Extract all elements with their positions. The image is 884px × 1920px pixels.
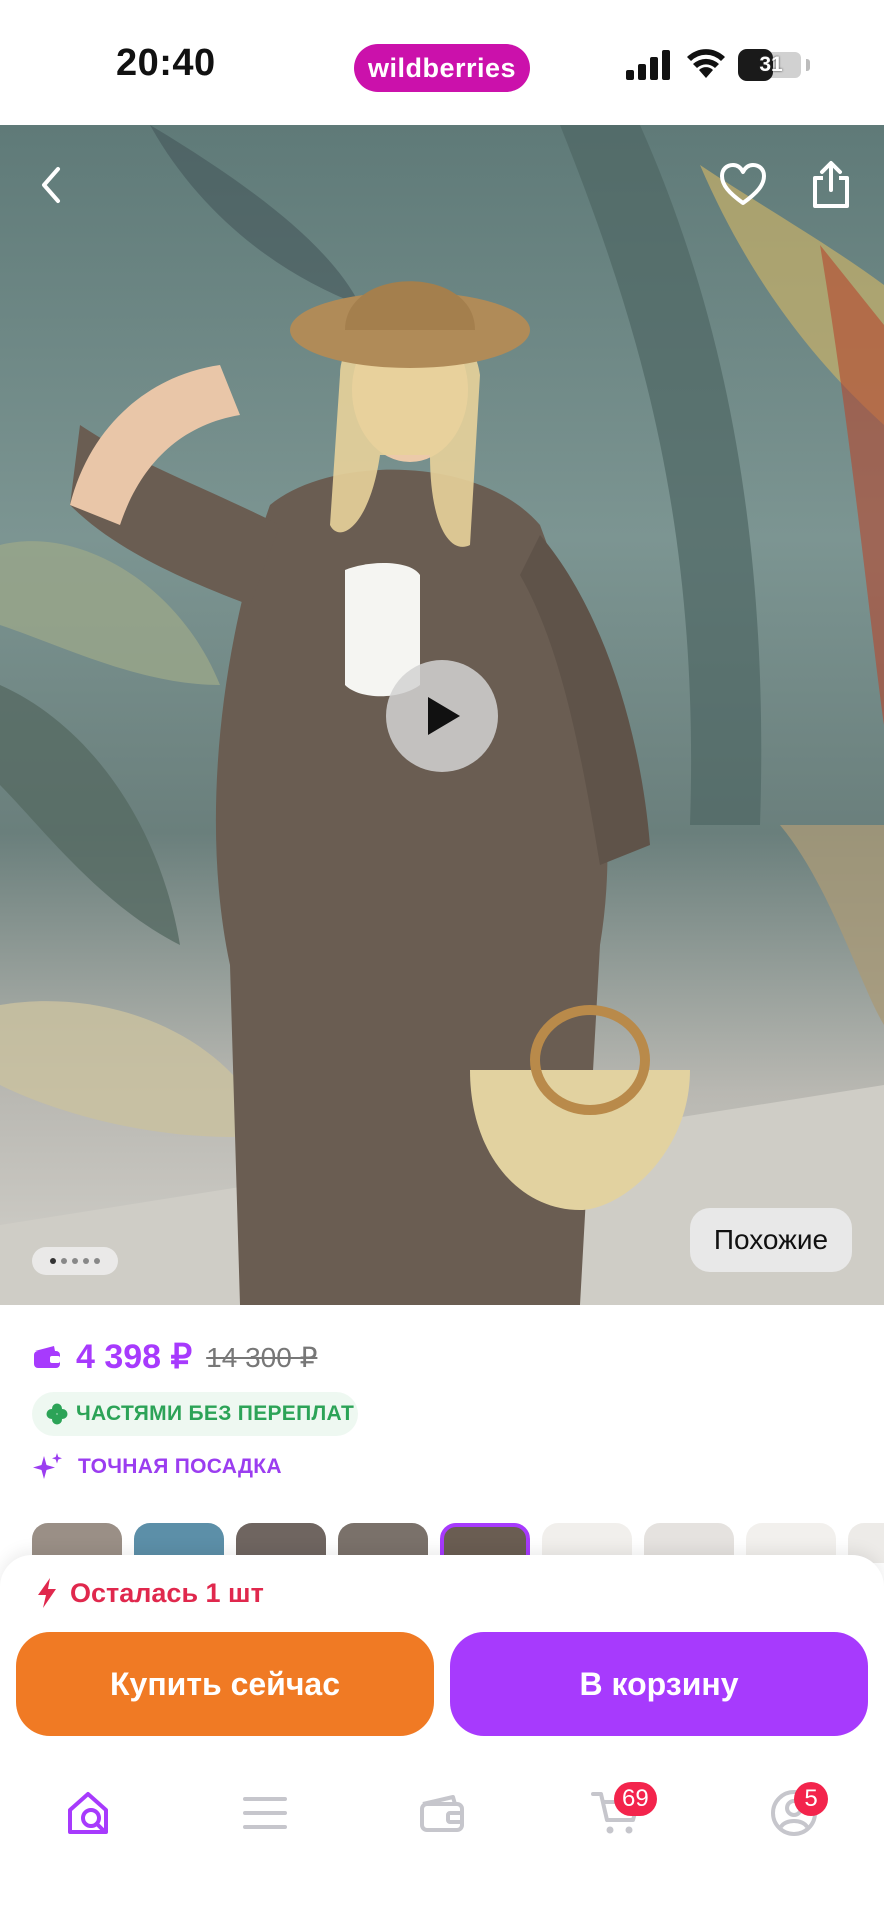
installments-badge[interactable]: ЧАСТЯМИ БЕЗ ПЕРЕПЛАТ [32,1392,358,1436]
price-row: 4 398 ₽ 14 300 ₽ [32,1335,317,1379]
sparkle-icon [33,1453,62,1479]
signal-icon [626,50,670,80]
gallery-dot [61,1258,67,1264]
installments-label: ЧАСТЯМИ БЕЗ ПЕРЕПЛАТ [76,1402,355,1425]
share-icon [813,161,849,208]
old-price: 14 300 ₽ [206,1341,318,1373]
back-button[interactable] [16,150,86,220]
similar-button[interactable]: Похожие [690,1208,852,1272]
tab-home[interactable] [55,1778,125,1848]
fit-badge[interactable]: ТОЧНАЯ ПОСАДКА [32,1450,282,1484]
wallet-icon [34,1346,60,1368]
tab-wallet[interactable] [407,1778,477,1848]
wifi-icon [687,49,725,78]
play-video-button[interactable] [386,660,498,772]
lightning-icon [38,1578,56,1608]
product-photo[interactable]: Похожие [0,125,884,1305]
tab-catalog[interactable] [230,1778,300,1848]
stock-notice: Осталась 1 шт [36,1573,264,1613]
add-to-cart-button[interactable]: В корзину [450,1632,868,1736]
cart-count-badge: 69 [614,1782,657,1816]
gallery-pagination [32,1247,118,1275]
status-time: 20:40 [116,42,216,84]
current-price: 4 398 ₽ [76,1338,193,1376]
gallery-dot [94,1258,100,1264]
clover-icon [46,1403,68,1425]
battery-tip [806,59,810,71]
gallery-dot [72,1258,78,1264]
brand-logo: wildberries [354,44,530,92]
bottom-tab-bar: 69 5 [0,1760,884,1870]
share-button[interactable] [796,150,866,220]
play-icon [428,697,460,735]
back-icon [42,167,60,203]
battery-percent: 31 [759,53,783,76]
gallery-dot [50,1258,56,1264]
stock-label: Осталась 1 шт [70,1577,264,1608]
menu-icon [243,1797,287,1829]
wallet-tab-icon [420,1795,464,1832]
fit-label: ТОЧНАЯ ПОСАДКА [78,1455,282,1478]
buy-now-button[interactable]: Купить сейчас [16,1632,434,1736]
home-search-icon [68,1792,108,1834]
status-bar: 20:40 wildberries 31 [0,0,884,125]
favorite-button[interactable] [708,150,778,220]
gallery-dot [83,1258,89,1264]
heart-icon [720,163,766,205]
profile-notification-badge: 5 [794,1782,828,1816]
